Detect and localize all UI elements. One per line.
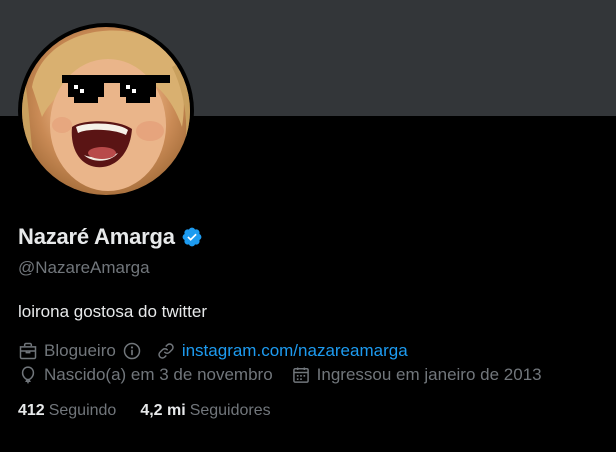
followers-count: 4,2 mi [140,402,186,419]
followers-label: Seguidores [189,402,271,419]
user-handle: @NazareAmarga [18,258,150,277]
website-item[interactable]: instagram.com/nazareamarga [156,341,408,361]
briefcase-icon [18,341,38,361]
followers-link[interactable]: 4,2 mi Seguidores [140,402,270,420]
follow-stats: 412 Seguindo 4,2 mi Seguidores [18,402,295,420]
avatar-photo [22,27,190,195]
calendar-icon [291,365,311,385]
bio-text: loirona gostosa do twitter [18,302,207,321]
joined-label: Ingressou em janeiro de 2013 [316,365,542,384]
birthday-label: Nascido(a) em 3 de novembro [44,365,273,384]
following-label: Seguindo [48,402,117,419]
website-link[interactable]: instagram.com/nazareamarga [182,341,408,361]
joined-item: Ingressou em janeiro de 2013 [291,365,542,385]
profile-meta-row-1: Blogueiro instagram.com/nazareamarga [18,341,408,361]
birthday-item: Nascido(a) em 3 de novembro [18,365,273,385]
avatar-image-icon [22,30,190,195]
profile-meta-row-2: Nascido(a) em 3 de novembro Ingressou em… [18,365,542,385]
category-label: Blogueiro [44,341,116,360]
following-count: 412 [18,402,45,419]
following-link[interactable]: 412 Seguindo [18,402,116,420]
link-icon [156,341,176,361]
avatar[interactable] [18,23,194,199]
verified-badge-icon[interactable] [181,226,203,248]
name-row: Nazaré Amarga [18,224,203,250]
balloon-icon [18,365,38,385]
info-circle-icon[interactable] [122,341,142,361]
display-name: Nazaré Amarga [18,224,175,249]
category-item: Blogueiro [18,341,116,361]
